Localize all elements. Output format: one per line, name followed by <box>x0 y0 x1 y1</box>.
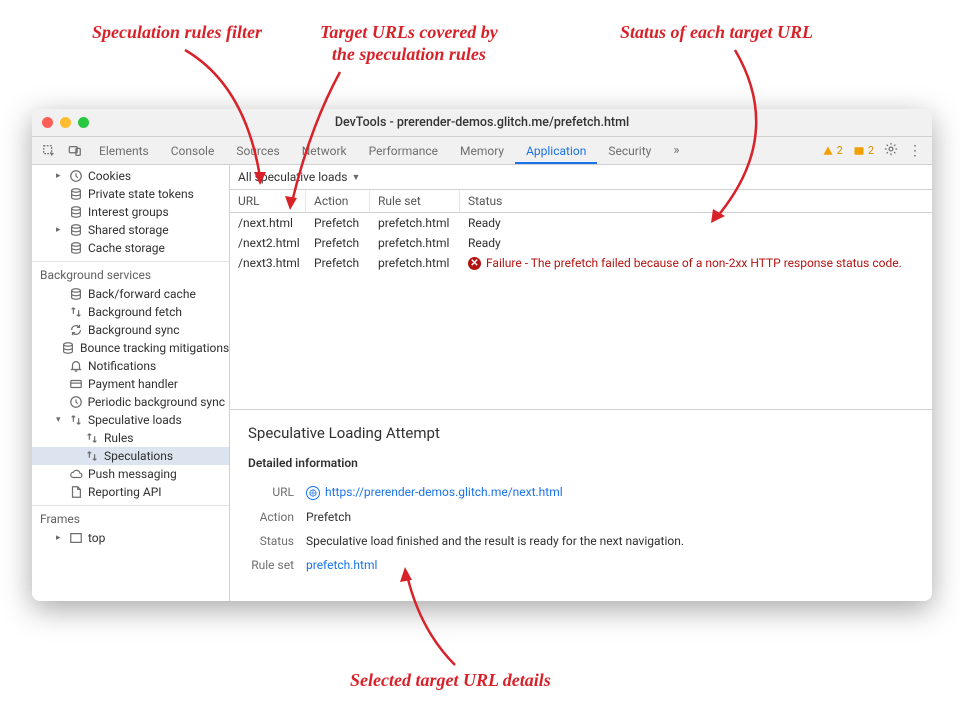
clock-icon <box>69 395 83 409</box>
db-icon <box>69 187 83 201</box>
device-icon[interactable] <box>62 137 88 164</box>
minimize-button[interactable] <box>60 117 71 128</box>
annotation-status: Status of each target URL <box>620 22 813 44</box>
db-icon <box>61 341 75 355</box>
speculations-table: URL Action Rule set Status /next.htmlPre… <box>230 190 932 410</box>
annotation-details: Selected target URL details <box>350 670 551 692</box>
detail-url-label: URL <box>248 485 306 499</box>
sidebar-item-interest-groups[interactable]: Interest groups <box>32 203 229 221</box>
warnings-badge[interactable]: 2 <box>822 144 843 157</box>
cell-url: /next2.html <box>230 234 306 252</box>
col-ruleset[interactable]: Rule set <box>370 190 460 212</box>
error-icon: ✕ <box>468 257 481 270</box>
updown-icon <box>85 449 99 463</box>
clock-icon <box>69 169 83 183</box>
sidebar-item-cache-storage[interactable]: Cache storage <box>32 239 229 257</box>
db-icon <box>69 287 83 301</box>
frame-icon <box>69 531 83 545</box>
detail-action-label: Action <box>248 510 306 524</box>
cell-url: /next3.html <box>230 254 306 272</box>
detail-url-link[interactable]: https://prerender-demos.glitch.me/next.h… <box>325 485 563 499</box>
details-panel: Speculative Loading Attempt Detailed inf… <box>230 410 932 601</box>
updown-icon <box>85 431 99 445</box>
sidebar-item-rules[interactable]: Rules <box>32 429 229 447</box>
issues-count: 2 <box>868 144 874 157</box>
updown-icon <box>69 305 83 319</box>
sidebar-item-speculative-loads[interactable]: ▾Speculative loads <box>32 411 229 429</box>
maximize-button[interactable] <box>78 117 89 128</box>
issues-badge[interactable]: 2 <box>853 144 874 157</box>
details-heading: Speculative Loading Attempt <box>248 424 914 442</box>
sidebar-section-frames: Frames <box>32 505 229 529</box>
sidebar-section-bg: Background services <box>32 261 229 285</box>
sidebar: ▸CookiesPrivate state tokensInterest gro… <box>32 165 230 601</box>
detail-status-value: Speculative load finished and the result… <box>306 534 914 548</box>
annotation-filter: Speculation rules filter <box>92 22 262 44</box>
sync-icon <box>69 323 83 337</box>
details-subheading: Detailed information <box>248 456 914 470</box>
detail-ruleset-label: Rule set <box>248 558 306 572</box>
detail-ruleset-link[interactable]: prefetch.html <box>306 558 377 572</box>
table-row[interactable]: /next2.htmlPrefetchprefetch.htmlReady <box>230 233 932 253</box>
window-title: DevTools - prerender-demos.glitch.me/pre… <box>335 115 629 130</box>
warnings-count: 2 <box>837 144 843 157</box>
detail-status-label: Status <box>248 534 306 548</box>
arrow-targets <box>280 67 360 217</box>
card-icon <box>69 377 83 391</box>
traffic-lights <box>42 117 89 128</box>
link-icon <box>306 486 320 500</box>
sidebar-item-bounce-tracking-mitigations[interactable]: Bounce tracking mitigations <box>32 339 229 357</box>
inspect-icon[interactable] <box>36 137 62 164</box>
cell-ruleset: prefetch.html <box>370 234 460 252</box>
arrow-status <box>655 45 775 230</box>
doc-icon <box>69 485 83 499</box>
sidebar-item-top[interactable]: ▸top <box>32 529 229 547</box>
cell-ruleset: prefetch.html <box>370 214 460 232</box>
sidebar-item-back-forward-cache[interactable]: Back/forward cache <box>32 285 229 303</box>
db-icon <box>69 223 83 237</box>
sidebar-item-payment-handler[interactable]: Payment handler <box>32 375 229 393</box>
annotation-targets: Target URLs covered by the speculation r… <box>320 22 498 65</box>
bell-icon <box>69 359 83 373</box>
cell-status: ✕Failure - The prefetch failed because o… <box>460 254 932 272</box>
sidebar-item-speculations[interactable]: Speculations <box>32 447 229 465</box>
sidebar-item-background-fetch[interactable]: Background fetch <box>32 303 229 321</box>
main-panel: All speculative loads ▼ URL Action Rule … <box>230 165 932 601</box>
settings-icon[interactable] <box>884 142 898 159</box>
tab-security[interactable]: Security <box>597 137 662 164</box>
sidebar-item-background-sync[interactable]: Background sync <box>32 321 229 339</box>
cloud-icon <box>69 467 83 481</box>
table-row[interactable]: /next3.htmlPrefetchprefetch.html✕Failure… <box>230 253 932 273</box>
cell-action: Prefetch <box>306 254 370 272</box>
db-icon <box>69 205 83 219</box>
cell-ruleset: prefetch.html <box>370 254 460 272</box>
close-button[interactable] <box>42 117 53 128</box>
arrow-details <box>395 565 495 675</box>
cell-action: Prefetch <box>306 234 370 252</box>
sidebar-item-push-messaging[interactable]: Push messaging <box>32 465 229 483</box>
tab-performance[interactable]: Performance <box>358 137 449 164</box>
arrow-filter <box>155 45 275 195</box>
tab-memory[interactable]: Memory <box>449 137 515 164</box>
cell-status: Ready <box>460 234 932 252</box>
sidebar-item-periodic-background-sync[interactable]: Periodic background sync <box>32 393 229 411</box>
db-icon <box>69 241 83 255</box>
sidebar-item-reporting-api[interactable]: Reporting API <box>32 483 229 501</box>
sidebar-item-notifications[interactable]: Notifications <box>32 357 229 375</box>
tab-elements[interactable]: Elements <box>88 137 160 164</box>
updown-icon <box>69 413 83 427</box>
detail-action-value: Prefetch <box>306 510 914 524</box>
sidebar-item-shared-storage[interactable]: ▸Shared storage <box>32 221 229 239</box>
tab-application[interactable]: Application <box>515 137 597 164</box>
more-icon[interactable]: ⋮ <box>908 143 922 159</box>
